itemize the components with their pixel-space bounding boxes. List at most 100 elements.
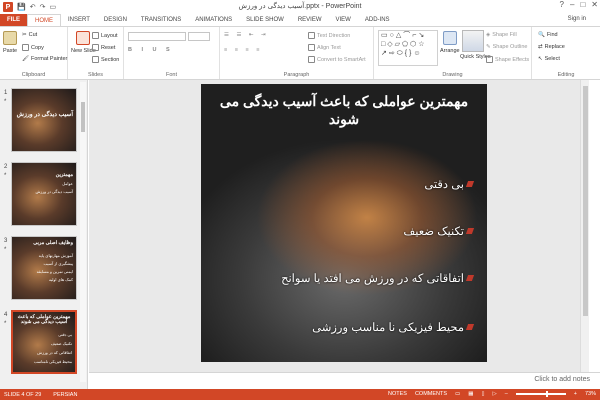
window-controls: ? – □ ✕ xyxy=(560,0,598,9)
zoom-in-icon[interactable]: + xyxy=(574,391,577,397)
animation-star-icon: * xyxy=(4,173,7,179)
layout-label: Layout xyxy=(101,32,118,39)
scissors-icon: ✂ xyxy=(22,32,27,38)
thumbnail-row-1: 1 * آسیب دیدگی در ورزش xyxy=(0,88,87,154)
slide-thumbnail-3[interactable]: وظایف اصلی مربی آموزش مهارتهای پایه پیشگ… xyxy=(11,236,77,300)
bullet-item[interactable]: تکنیک ضعیف xyxy=(403,224,475,238)
thumbnail-line: کمک های اولیه xyxy=(48,277,73,282)
notes-toggle[interactable]: NOTES xyxy=(388,391,407,397)
shape-effects-button[interactable]: Shape Effects xyxy=(486,56,529,63)
slide-thumbnail-2[interactable]: مهمترین عوامل آسیب دیدگی در ورزش xyxy=(11,162,77,226)
slide-scrollbar[interactable] xyxy=(580,80,589,372)
shapes-gallery[interactable]: ▭○△⌒⌐↘ □◇▱⬠⬡☆ ↗⇨⬭{}☺ xyxy=(378,30,438,66)
tab-design[interactable]: DESIGN xyxy=(97,14,134,26)
ribbon-tabs: FILE HOME INSERT DESIGN TRANSITIONS ANIM… xyxy=(0,14,600,26)
editing-group: 🔍 Find ⇄ Replace ↖ Select Editing xyxy=(532,27,600,79)
title-bar: P 💾 ↶ ↷ ▭ آسیب دیدگی در ورزش.pptx - Powe… xyxy=(0,0,600,14)
zoom-slider[interactable] xyxy=(515,391,566,397)
slide-title[interactable]: مهمترین عواملی که باعث آسیب دیدگی می شون… xyxy=(211,92,477,128)
brush-icon: 🖌 xyxy=(22,56,29,62)
slide-sorter-icon[interactable]: ▦ xyxy=(468,391,473,397)
tab-insert[interactable]: INSERT xyxy=(61,14,97,26)
shape-fill-button[interactable]: ◈ Shape Fill xyxy=(486,32,517,38)
replace-button[interactable]: ⇄ Replace xyxy=(538,44,565,50)
bullet-marker-icon xyxy=(465,228,475,234)
shape-outline-button[interactable]: ✎ Shape Outline xyxy=(486,44,527,50)
thumbnail-scroll-thumb[interactable] xyxy=(81,102,85,132)
start-slideshow-icon[interactable]: ▭ xyxy=(49,3,56,11)
layout-button[interactable]: Layout xyxy=(92,32,118,39)
minimize-button[interactable]: – xyxy=(570,0,574,9)
arrange-button[interactable]: Arrange xyxy=(440,31,460,54)
bullet-item[interactable]: بی دقتی xyxy=(424,177,475,191)
tab-add-ins[interactable]: ADD-INS xyxy=(358,14,397,26)
font-size-box[interactable] xyxy=(188,32,210,41)
text-direction-button[interactable]: Text Direction xyxy=(308,32,350,39)
zoom-level[interactable]: 73% xyxy=(585,391,596,397)
sign-in-link[interactable]: Sign in xyxy=(568,16,586,22)
cut-button[interactable]: ✂ Cut xyxy=(22,32,37,38)
tab-transitions[interactable]: TRANSITIONS xyxy=(134,14,188,26)
replace-label: Replace xyxy=(544,44,565,50)
tab-slide-show[interactable]: SLIDE SHOW xyxy=(239,14,291,26)
thumbnail-row-4: 4 * مهمترین عواملی که باعث آسیب دیدگی می… xyxy=(0,310,87,376)
find-button[interactable]: 🔍 Find xyxy=(538,32,558,38)
language-indicator[interactable]: PERSIAN xyxy=(53,392,77,398)
align-text-button[interactable]: Align Text xyxy=(308,44,341,51)
redo-icon[interactable]: ↷ xyxy=(40,3,46,11)
thumbnail-line: ایمنی تمرین و مسابقه xyxy=(36,269,73,274)
copy-button[interactable]: Copy xyxy=(22,44,44,51)
current-slide[interactable]: مهمترین عواملی که باعث آسیب دیدگی می شون… xyxy=(201,84,487,362)
help-button[interactable]: ? xyxy=(560,0,564,9)
zoom-out-icon[interactable]: – xyxy=(505,391,508,397)
drawing-group: ▭○△⌒⌐↘ □◇▱⬠⬡☆ ↗⇨⬭{}☺ Arrange Quick Styles … xyxy=(374,27,532,79)
section-button[interactable]: Section xyxy=(92,56,119,63)
thumbnail-scrollbar[interactable] xyxy=(80,82,86,382)
undo-icon[interactable]: ↶ xyxy=(30,3,36,11)
select-button[interactable]: ↖ Select xyxy=(538,56,560,62)
convert-smartart-button[interactable]: Convert to SmartArt xyxy=(308,56,366,63)
close-button[interactable]: ✕ xyxy=(591,0,598,9)
bullet-item[interactable]: محیط فیزیکی نا مناسب ورزشی xyxy=(312,320,475,334)
thumbnail-number: 2 xyxy=(4,164,8,170)
quick-styles-button[interactable] xyxy=(462,30,484,52)
thumbnail-line: آموزش مهارتهای پایه xyxy=(38,253,73,258)
bullet-marker-icon xyxy=(465,181,475,187)
tab-animations[interactable]: ANIMATIONS xyxy=(188,14,239,26)
save-icon[interactable]: 💾 xyxy=(17,3,26,11)
thumbnail-line: محیط فیزیکی نامناسب xyxy=(33,359,72,364)
slide-scroll-thumb[interactable] xyxy=(583,86,588,316)
restore-button[interactable]: □ xyxy=(580,0,585,9)
tab-review[interactable]: REVIEW xyxy=(291,14,329,26)
tab-view[interactable]: VIEW xyxy=(329,14,358,26)
pen-icon: ✎ xyxy=(486,44,491,50)
slides-group: New Slide Layout Reset Section Slides xyxy=(68,27,124,79)
powerpoint-app-icon: P xyxy=(3,2,13,12)
tab-home[interactable]: HOME xyxy=(27,14,61,26)
shape-outline-label: Shape Outline xyxy=(492,44,528,50)
paste-button[interactable]: Paste xyxy=(3,31,17,54)
font-name-box[interactable] xyxy=(128,32,186,41)
thumbnail-line: پیشگیری از آسیب xyxy=(43,261,73,266)
slide-thumbnail-1[interactable]: آسیب دیدگی در ورزش xyxy=(11,88,77,152)
format-painter-button[interactable]: 🖌 Format Painter xyxy=(22,56,67,62)
bullet-item[interactable]: اتفاقاتی که در ورزش می افتد یا سوانح xyxy=(281,271,475,285)
reading-view-icon[interactable]: ▯ xyxy=(481,391,484,397)
cut-label: Cut xyxy=(28,32,38,38)
reset-button[interactable]: Reset xyxy=(92,44,115,51)
paint-bucket-icon: ◈ xyxy=(486,32,491,38)
copy-label: Copy xyxy=(31,44,44,51)
thumbnail-line: وظایف اصلی مربی xyxy=(33,240,73,246)
normal-view-icon[interactable]: ▭ xyxy=(455,391,460,397)
font-format-buttons[interactable]: B I U S xyxy=(128,47,174,53)
notes-pane[interactable]: Click to add notes xyxy=(89,372,600,389)
thumbnail-number: 3 xyxy=(4,238,8,244)
slideshow-view-icon[interactable]: ▷ xyxy=(492,391,496,397)
magnifier-icon: 🔍 xyxy=(538,32,545,38)
slide-thumbnail-4-selected[interactable]: مهمترین عواملی که باعث آسیب دیدگی می شون… xyxy=(11,310,77,374)
ribbon: Paste ✂ Cut Copy 🖌 Format Painter Clipboar… xyxy=(0,26,600,80)
tab-file[interactable]: FILE xyxy=(0,14,27,26)
align-buttons[interactable]: ≡ ≡ ≡ ≡ xyxy=(224,47,262,53)
list-buttons[interactable]: ☰ ☰ ⇤ ⇥ xyxy=(224,32,269,38)
comments-toggle[interactable]: COMMENTS xyxy=(415,391,447,397)
